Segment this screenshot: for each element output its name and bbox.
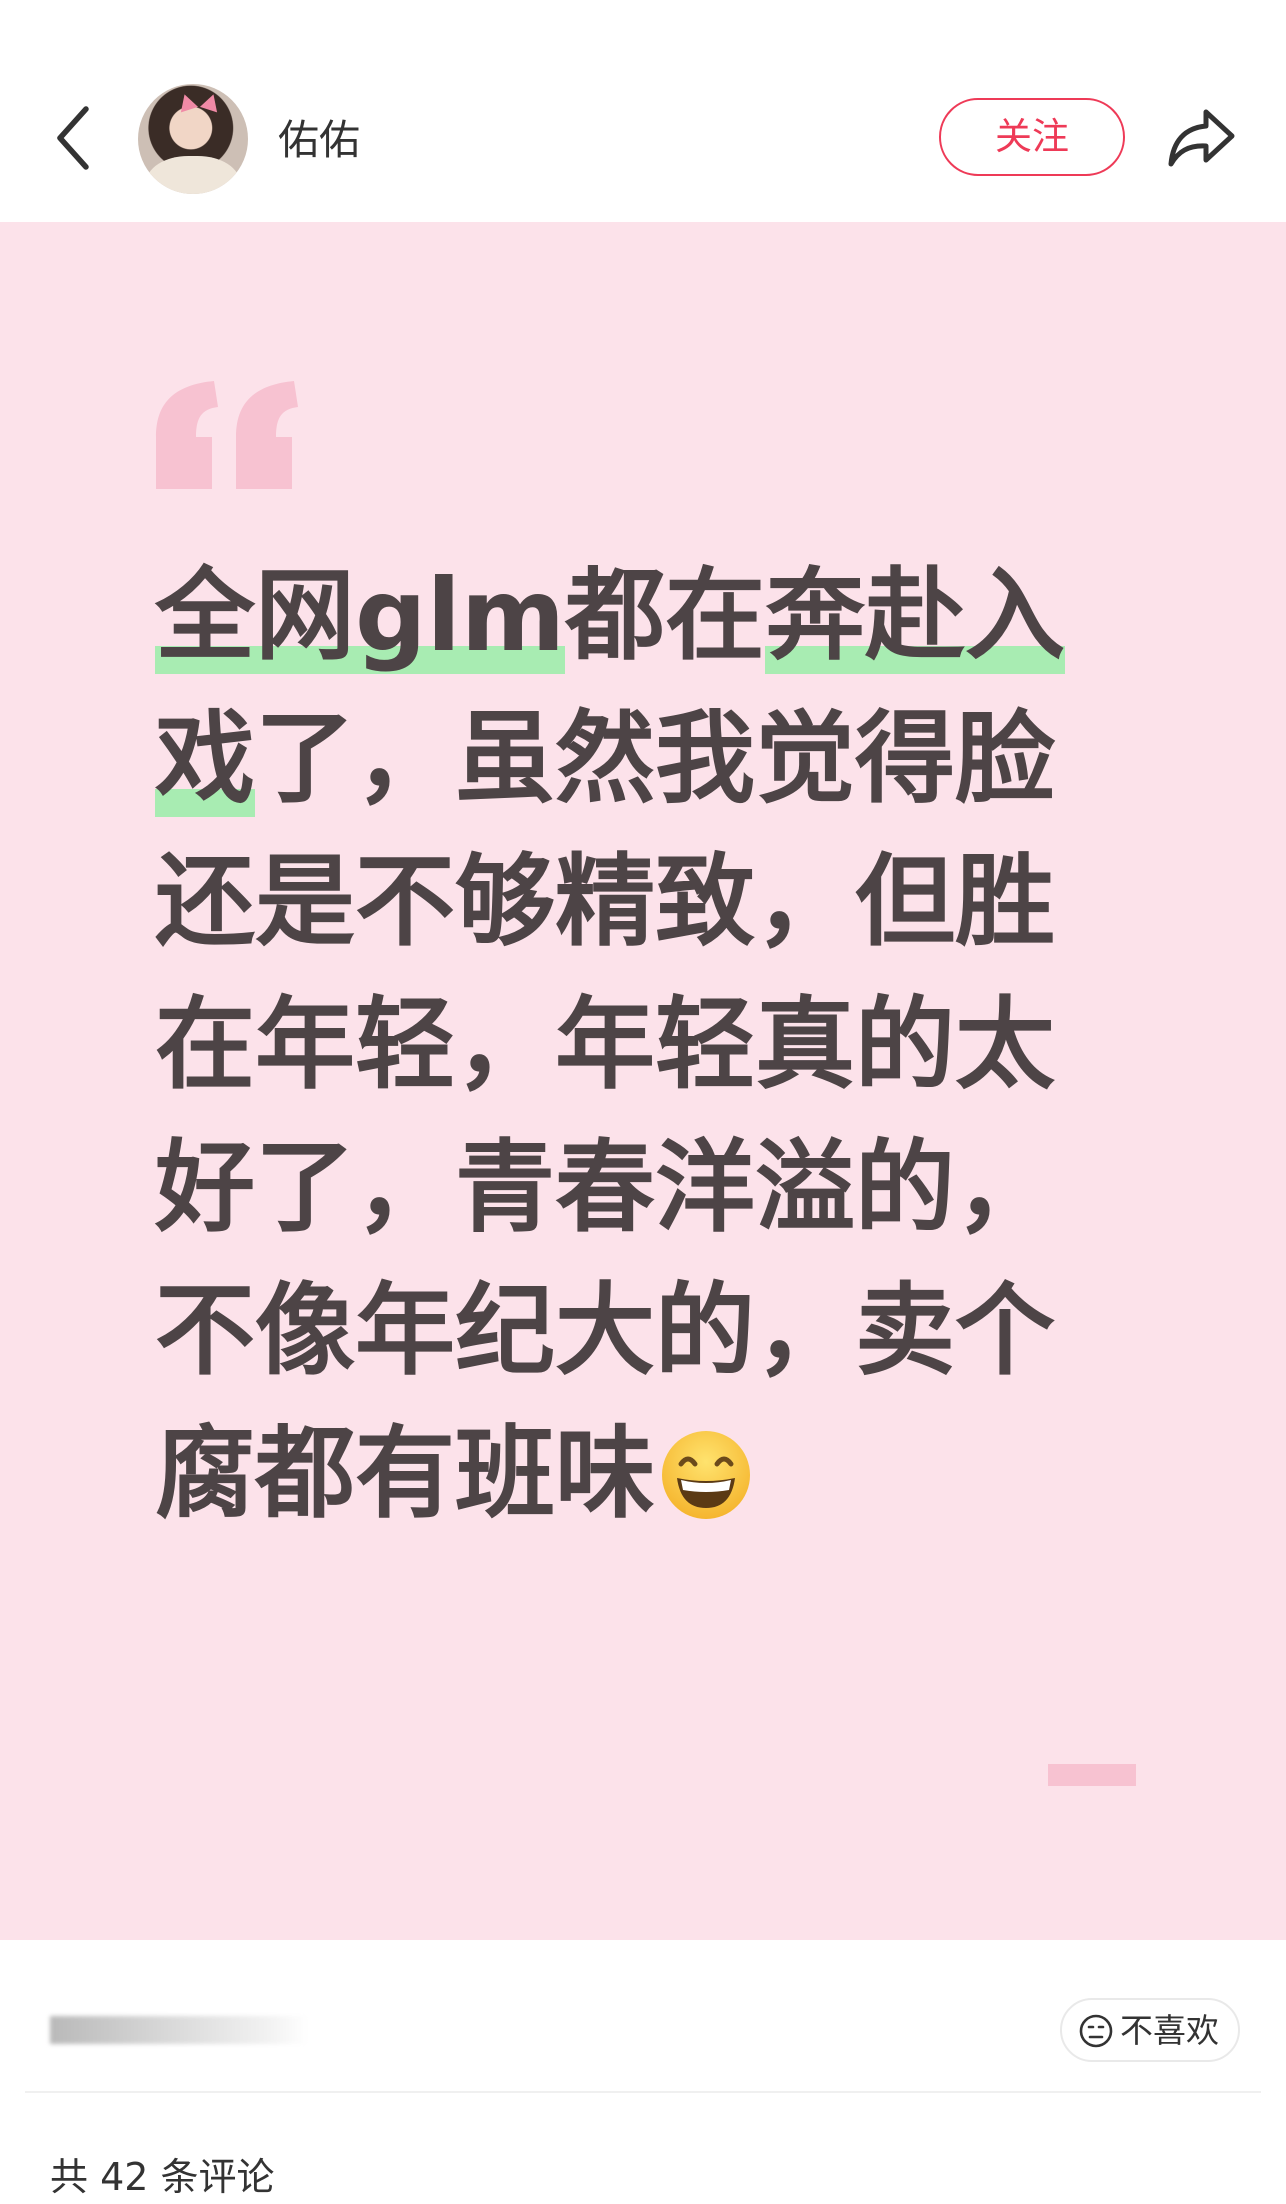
top-bar: 佑佑 关注: [0, 0, 1286, 222]
quote-mark-icon: [156, 381, 298, 489]
blurred-topic-tag[interactable]: [50, 2016, 308, 2044]
author-username[interactable]: 佑佑: [278, 112, 360, 168]
unhappy-face-icon: [1079, 2014, 1113, 2048]
divider: [25, 2091, 1261, 2093]
grinning-face-emoji-icon: [662, 1431, 750, 1519]
back-arrow-icon[interactable]: [50, 103, 96, 173]
comment-count: 共 42 条评论: [50, 2155, 275, 2199]
highlighted-text: 全网glm: [155, 557, 566, 674]
post-text-card: 全网glm都在奔赴入戏了，虽然我觉得脸还是不够精致，但胜在年轻，年轻真的太好了，…: [0, 222, 1286, 1940]
text-segment: 了，虽然我觉得脸还是不够精致，但胜在年轻，年轻真的太好了，青春洋溢的，不像年纪大…: [155, 700, 1055, 1532]
dislike-label: 不喜欢: [1120, 2011, 1219, 2050]
text-segment: 都在: [565, 557, 766, 674]
cat-ear-decoration: [175, 91, 199, 113]
highlighted-text: 奔赴入: [765, 557, 1066, 674]
dislike-button[interactable]: 不喜欢: [1060, 1998, 1240, 2062]
follow-button[interactable]: 关注: [939, 98, 1125, 176]
share-icon[interactable]: [1166, 104, 1238, 172]
avatar-figure: [146, 156, 240, 194]
avatar[interactable]: [138, 84, 248, 194]
highlighted-text: 戏: [155, 700, 255, 817]
closing-mark: [1048, 1764, 1136, 1786]
post-body-text: 全网glm都在奔赴入戏了，虽然我觉得脸还是不够精致，但胜在年轻，年轻真的太好了，…: [155, 544, 1115, 1545]
cat-ear-decoration: [199, 91, 223, 113]
